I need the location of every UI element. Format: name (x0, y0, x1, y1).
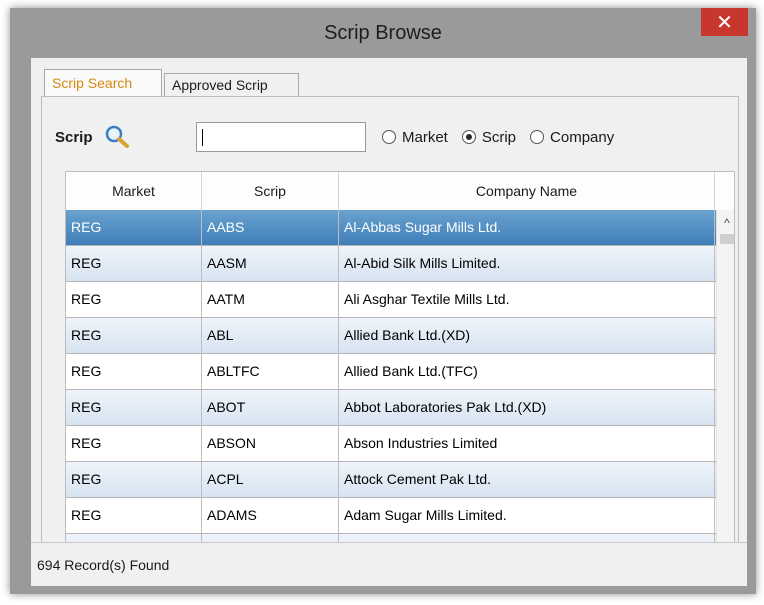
cell-market: REG (66, 210, 202, 246)
cell-company: Abbot Laboratories Pak Ltd.(XD) (339, 390, 715, 426)
record-count: 694 Record(s) Found (37, 557, 170, 573)
cell-scrip: AATM (202, 282, 339, 318)
scrip-grid: Market Scrip Company Name REG AABS Al-Ab… (65, 171, 735, 566)
cell-company: Al-Abid Silk Mills Limited. (339, 246, 715, 282)
cell-market: REG (66, 498, 202, 534)
cell-company: Adam Sugar Mills Limited. (339, 498, 715, 534)
table-row[interactable]: REG AABS Al-Abbas Sugar Mills Ltd. (66, 210, 716, 246)
scrip-search-panel: Scrip Market Scrip Company Market Scrip … (41, 96, 739, 576)
cell-company: Allied Bank Ltd.(TFC) (339, 354, 715, 390)
column-header-market[interactable]: Market (66, 172, 202, 210)
table-row[interactable]: REG ADAMS Adam Sugar Mills Limited. (66, 498, 716, 534)
radio-scrip[interactable]: Scrip (461, 127, 517, 147)
vertical-scrollbar[interactable]: ^ v (716, 210, 734, 565)
radio-market-label: Market (402, 128, 448, 146)
title-bar[interactable]: Scrip Browse ✕ (10, 8, 756, 58)
cell-scrip: ABSON (202, 426, 339, 462)
cell-market: REG (66, 390, 202, 426)
cell-company: Abson Industries Limited (339, 426, 715, 462)
column-header-scrip[interactable]: Scrip (202, 172, 339, 210)
scrollbar-thumb[interactable] (720, 234, 734, 244)
table-row[interactable]: REG ACPL Attock Cement Pak Ltd. (66, 462, 716, 498)
cell-scrip: AABS (202, 210, 339, 246)
dialog-body: Scrip Search Approved Scrip Scrip Market (31, 58, 747, 586)
table-row[interactable]: REG ABL Allied Bank Ltd.(XD) (66, 318, 716, 354)
cell-scrip: ABL (202, 318, 339, 354)
cell-scrip: ABOT (202, 390, 339, 426)
cell-market: REG (66, 246, 202, 282)
status-bar: 694 Record(s) Found (31, 542, 747, 586)
column-header-company-name[interactable]: Company Name (339, 172, 715, 210)
tab-approved-scrip[interactable]: Approved Scrip (164, 73, 299, 97)
search-input[interactable] (196, 122, 366, 152)
radio-scrip-circle[interactable] (461, 130, 476, 144)
cell-company: Attock Cement Pak Ltd. (339, 462, 715, 498)
table-row[interactable]: REG AASM Al-Abid Silk Mills Limited. (66, 246, 716, 282)
window-title: Scrip Browse (324, 22, 442, 44)
radio-company[interactable]: Company (530, 127, 614, 147)
radio-company-circle[interactable] (530, 130, 545, 144)
cell-market: REG (66, 354, 202, 390)
cell-company: Al-Abbas Sugar Mills Ltd. (339, 210, 715, 246)
scroll-up-icon[interactable]: ^ (717, 216, 734, 230)
close-icon: ✕ (716, 11, 733, 34)
cell-scrip: ADAMS (202, 498, 339, 534)
cell-company: Ali Asghar Textile Mills Ltd. (339, 282, 715, 318)
cell-company: Allied Bank Ltd.(XD) (339, 318, 715, 354)
column-header-filler (715, 172, 734, 210)
cell-market: REG (66, 318, 202, 354)
scrip-label: Scrip (55, 129, 93, 146)
text-caret (202, 129, 203, 146)
cell-market: REG (66, 426, 202, 462)
cell-market: REG (66, 282, 202, 318)
scrip-browse-window: Scrip Browse ✕ Scrip Search Approved Scr… (10, 8, 756, 594)
search-mode-options: Market Scrip Company (382, 127, 628, 147)
cell-market: REG (66, 462, 202, 498)
radio-market-circle[interactable] (382, 130, 396, 144)
table-row[interactable]: REG AATM Ali Asghar Textile Mills Ltd. (66, 282, 716, 318)
close-button[interactable]: ✕ (701, 8, 748, 36)
cell-scrip: ABLTFC (202, 354, 339, 390)
table-row[interactable]: REG ABOT Abbot Laboratories Pak Ltd.(XD) (66, 390, 716, 426)
radio-market[interactable]: Market (382, 127, 448, 147)
grid-rows: REG AABS Al-Abbas Sugar Mills Ltd. REG A… (66, 210, 716, 565)
grid-header: Market Scrip Company Name (66, 172, 734, 211)
cell-scrip: AASM (202, 246, 339, 282)
table-row[interactable]: REG ABSON Abson Industries Limited (66, 426, 716, 462)
radio-scrip-label: Scrip (481, 128, 517, 146)
radio-company-label: Company (550, 128, 615, 146)
cell-scrip: ACPL (202, 462, 339, 498)
tab-scrip-search[interactable]: Scrip Search (44, 69, 162, 97)
table-row[interactable]: REG ABLTFC Allied Bank Ltd.(TFC) (66, 354, 716, 390)
search-icon[interactable] (104, 124, 130, 148)
